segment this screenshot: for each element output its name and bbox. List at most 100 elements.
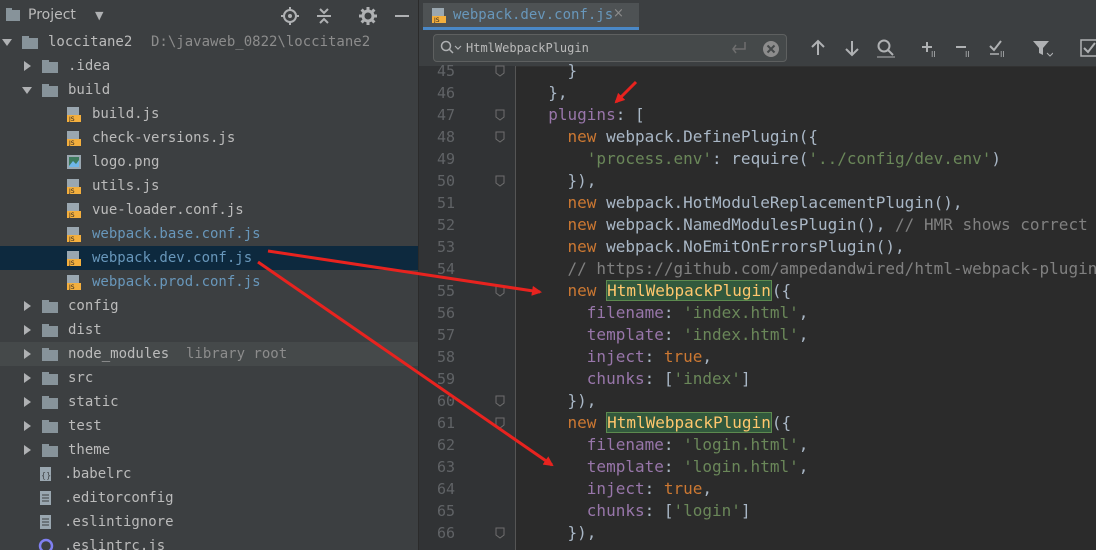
tree-item-label: build — [68, 82, 111, 98]
tree-item-label: check-versions.js — [92, 130, 236, 146]
tree-item-label: logo.png — [92, 154, 160, 170]
code-line: 'process.env': require('../config/dev.en… — [529, 149, 1002, 168]
tree-item-label: loccitane2 — [48, 34, 133, 50]
js-file-icon: JS — [67, 275, 81, 290]
tree-item[interactable]: logo.png — [0, 150, 418, 174]
collapsed-arrow-icon[interactable] — [22, 373, 32, 383]
select-all-occurrences-icon[interactable]: II — [987, 38, 1009, 58]
collapsed-arrow-icon[interactable] — [22, 445, 32, 455]
code-line: new HtmlWebpackPlugin({ — [529, 280, 792, 301]
tree-item-path: D:\javaweb_0822\loccitane2 — [151, 34, 371, 50]
tab-label: webpack.dev.conf.js — [453, 7, 614, 23]
tree-item[interactable]: .eslintignore — [0, 510, 418, 534]
search-icon[interactable] — [440, 40, 462, 56]
tree-item[interactable]: .editorconfig — [0, 486, 418, 510]
enter-icon[interactable] — [730, 41, 748, 55]
match-checkbox-icon[interactable] — [1079, 38, 1096, 58]
next-occurrence-icon[interactable] — [841, 38, 863, 58]
code-line: filename: 'index.html', — [529, 303, 809, 322]
tree-item-label: config — [68, 298, 119, 314]
collapse-all-icon[interactable] — [314, 6, 334, 26]
code-line: }, — [529, 83, 568, 102]
collapsed-arrow-icon[interactable] — [22, 301, 32, 311]
add-occurrence-icon[interactable]: II — [919, 38, 941, 58]
project-panel-title[interactable]: Project — [28, 7, 76, 23]
tree-item[interactable]: JS utils.js — [0, 174, 418, 198]
locate-target-icon[interactable] — [280, 6, 300, 26]
tree-item-label: webpack.prod.conf.js — [92, 274, 261, 290]
code-line: new webpack.NamedModulesPlugin(), // HMR… — [529, 215, 1088, 234]
collapsed-arrow-icon[interactable] — [22, 61, 32, 71]
tree-item-label: .babelrc — [64, 466, 132, 482]
svg-text:{}: {} — [41, 471, 51, 480]
collapsed-arrow-icon[interactable] — [22, 349, 32, 359]
collapsed-arrow-icon[interactable] — [22, 397, 32, 407]
expanded-arrow-icon[interactable] — [22, 85, 32, 95]
tree-item[interactable]: static — [0, 390, 418, 414]
filter-icon[interactable] — [1031, 38, 1053, 58]
code-line: } — [529, 61, 578, 80]
tree-item-label: .idea — [68, 58, 111, 74]
code-line: template: 'login.html', — [529, 457, 809, 476]
tree-item[interactable]: JS build.js — [0, 102, 418, 126]
expanded-arrow-icon[interactable] — [2, 37, 12, 47]
gear-icon[interactable] — [358, 6, 378, 26]
tree-item-label: webpack.base.conf.js — [92, 226, 261, 242]
tree-item[interactable]: JS webpack.prod.conf.js — [0, 270, 418, 294]
tree-item[interactable]: JS webpack.dev.conf.js — [0, 246, 418, 270]
tree-item[interactable]: dist — [0, 318, 418, 342]
js-file-icon: JS — [67, 227, 81, 242]
code-line: }), — [529, 391, 597, 410]
tree-item[interactable]: loccitane2 D:\javaweb_0822\loccitane2 — [0, 30, 418, 54]
minimize-icon[interactable] — [392, 6, 412, 26]
remove-occurrence-icon[interactable]: II — [953, 38, 975, 58]
js-file-icon: JS — [67, 179, 81, 194]
tab-webpack-dev-conf[interactable]: JS webpack.dev.conf.js × — [423, 3, 639, 30]
svg-text:II: II — [965, 50, 970, 58]
view-selector-caret-icon[interactable]: ▼ — [95, 9, 103, 22]
js-file-icon: JS — [432, 8, 446, 23]
code-line: new webpack.NoEmitOnErrorsPlugin(), — [529, 237, 905, 256]
svg-text:JS: JS — [68, 236, 75, 242]
tree-item[interactable]: .eslintrc.js — [0, 534, 418, 550]
svg-text:JS: JS — [68, 188, 75, 194]
code-line: filename: 'login.html', — [529, 435, 809, 454]
folder-icon — [42, 348, 58, 361]
code-area[interactable]: } }, plugins: [ new webpack.DefinePlugin… — [419, 61, 1096, 550]
folder-icon — [42, 324, 58, 337]
tree-item-label: .eslintignore — [64, 514, 174, 530]
previous-occurrence-icon[interactable] — [807, 38, 829, 58]
tree-item[interactable]: JS check-versions.js — [0, 126, 418, 150]
tree-item[interactable]: .idea — [0, 54, 418, 78]
collapsed-arrow-icon[interactable] — [22, 421, 32, 431]
tree-item[interactable]: {} .babelrc — [0, 462, 418, 486]
find-all-icon[interactable] — [875, 38, 897, 58]
code-line: }), — [529, 171, 597, 190]
tree-item[interactable]: JS webpack.base.conf.js — [0, 222, 418, 246]
clear-search-icon[interactable] — [762, 40, 780, 58]
tree-item[interactable]: JS vue-loader.conf.js — [0, 198, 418, 222]
tree-item[interactable]: theme — [0, 438, 418, 462]
collapsed-arrow-icon[interactable] — [22, 325, 32, 335]
code-line: // https://github.com/ampedandwired/html… — [529, 259, 1096, 278]
tree-item[interactable]: build — [0, 78, 418, 102]
tab-close-icon[interactable]: × — [613, 6, 624, 21]
image-file-icon — [67, 155, 81, 169]
tree-item-label: .editorconfig — [64, 490, 174, 506]
folder-icon — [42, 372, 58, 385]
code-line: new webpack.DefinePlugin({ — [529, 127, 818, 146]
project-panel: Project ▼ loccitane2 D:\javaweb_0822\loc… — [0, 0, 418, 550]
find-input[interactable] — [466, 38, 726, 58]
code-line: chunks: ['login'] — [529, 501, 751, 520]
tree-item-label: webpack.dev.conf.js — [92, 250, 253, 266]
svg-text:JS: JS — [68, 212, 75, 218]
tree-item-label: theme — [68, 442, 111, 458]
tree-item[interactable]: test — [0, 414, 418, 438]
tree-item[interactable]: node_modules library root — [0, 342, 418, 366]
find-box[interactable] — [433, 34, 787, 62]
tree-item[interactable]: config — [0, 294, 418, 318]
project-folder-icon — [6, 8, 20, 21]
folder-icon — [42, 84, 58, 97]
tree-item[interactable]: src — [0, 366, 418, 390]
tree-item-label: node_modules — [68, 346, 170, 362]
